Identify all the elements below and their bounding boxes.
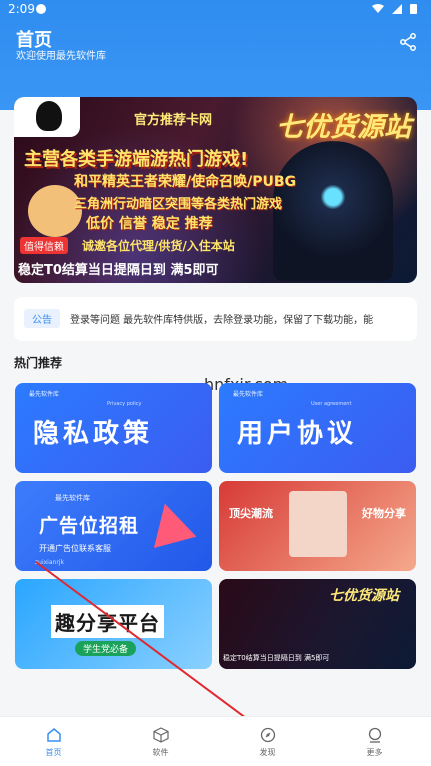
card-title: 七优货源站 bbox=[329, 588, 399, 604]
tab-software[interactable]: 软件 bbox=[107, 717, 214, 766]
card-brand: 最先软件库 bbox=[29, 391, 60, 398]
card-title: 趣分享平台 bbox=[51, 605, 164, 638]
card-fashion[interactable]: 顶尖潮流 好物分享 bbox=[219, 481, 416, 571]
bottom-tab-bar: 首页 软件 发现 更多 bbox=[0, 716, 431, 766]
card-small-text: Privacy policy bbox=[107, 401, 142, 407]
banner-line-5: 三角洲行动暗区突围等各类热门游戏 bbox=[74, 197, 283, 212]
signal-icon bbox=[392, 3, 402, 14]
banner-line-1: 官方推荐卡网 bbox=[134, 113, 213, 128]
qq-logo-icon bbox=[14, 97, 80, 137]
tab-discover[interactable]: 发现 bbox=[214, 717, 321, 766]
status-icons bbox=[372, 3, 417, 14]
card-brand: 最先软件库 bbox=[55, 494, 90, 502]
banner-line-6: 低价 信誉 稳定 推荐 bbox=[86, 216, 213, 232]
card-small-text: User agreement bbox=[311, 401, 352, 407]
card-left-text: 顶尖潮流 bbox=[229, 507, 273, 520]
card-tiny-text: zuixianrjk bbox=[35, 559, 64, 566]
card-subtitle: 开通广告位联系客服 bbox=[39, 544, 111, 553]
trust-badge: 值得信赖 bbox=[20, 237, 68, 254]
card-user-agreement[interactable]: 最先软件库 User agreement 用户协议 bbox=[219, 383, 416, 473]
download-icon bbox=[36, 4, 46, 14]
tab-more[interactable]: 更多 bbox=[321, 717, 428, 766]
robot-figure bbox=[273, 141, 393, 281]
box-icon bbox=[152, 727, 169, 743]
banner-line-8: 稳定T0结算当日提隔日到 满5即可 bbox=[18, 263, 219, 278]
card-title: 隐私政策 bbox=[33, 419, 154, 449]
home-icon bbox=[46, 728, 61, 742]
status-bar: 2:09 bbox=[0, 0, 431, 20]
card-brand: 最先软件库 bbox=[233, 391, 264, 398]
photo bbox=[289, 491, 347, 557]
card-share-platform[interactable]: 趣分享平台 学生党必备 bbox=[15, 579, 212, 669]
banner-line-7: 诚邀各位代理/供货/入住本站 bbox=[82, 239, 235, 253]
more-icon bbox=[368, 727, 381, 743]
header: 2:09 首页 欢迎使用最先软件库 bbox=[0, 0, 431, 110]
banner-line-3: 主营各类手游端游热门游戏! bbox=[24, 149, 249, 170]
tab-label: 首页 bbox=[45, 748, 62, 757]
notice-text: 登录等问题 最先软件库特供版，去除登录功能，保留了下载功能，能 bbox=[70, 315, 374, 326]
share-icon[interactable] bbox=[399, 33, 417, 51]
card-title: 用户协议 bbox=[237, 419, 358, 449]
triangle-graphic bbox=[143, 497, 197, 549]
section-title: 热门推荐 bbox=[14, 356, 63, 370]
card-title: 广告位招租 bbox=[39, 515, 140, 537]
notice-bar[interactable]: 公告 登录等问题 最先软件库特供版，去除登录功能，保留了下载功能，能 bbox=[14, 297, 417, 341]
promo-banner[interactable]: 官方推荐卡网 七优货源站 主营各类手游端游热门游戏! 和平精英王者荣耀/使命召唤… bbox=[14, 97, 417, 283]
compass-icon bbox=[260, 727, 275, 743]
card-ad-space[interactable]: 最先软件库 广告位招租 开通广告位联系客服 zuixianrjk bbox=[15, 481, 212, 571]
card-subtitle: 学生党必备 bbox=[75, 641, 137, 656]
status-time: 2:09 bbox=[8, 2, 35, 16]
card-subtitle: 稳定T0结算当日提隔日到 满5即可 bbox=[223, 654, 330, 662]
battery-icon bbox=[410, 4, 417, 14]
banner-line-4: 和平精英王者荣耀/使命召唤/PUBG bbox=[74, 174, 297, 190]
page-subtitle: 欢迎使用最先软件库 bbox=[16, 51, 106, 62]
card-qiyou-banner[interactable]: 七优货源站 稳定T0结算当日提隔日到 满5即可 bbox=[219, 579, 416, 669]
tab-home[interactable]: 首页 bbox=[0, 717, 107, 766]
card-right-text: 好物分享 bbox=[362, 507, 406, 520]
banner-line-2: 七优货源站 bbox=[276, 112, 411, 143]
tab-label: 软件 bbox=[152, 748, 169, 757]
card-privacy-policy[interactable]: 最先软件库 Privacy policy 隐私政策 bbox=[15, 383, 212, 473]
tab-label: 发现 bbox=[259, 748, 276, 757]
tab-label: 更多 bbox=[366, 748, 383, 757]
wifi-icon bbox=[372, 3, 384, 13]
notice-tag: 公告 bbox=[24, 309, 60, 328]
